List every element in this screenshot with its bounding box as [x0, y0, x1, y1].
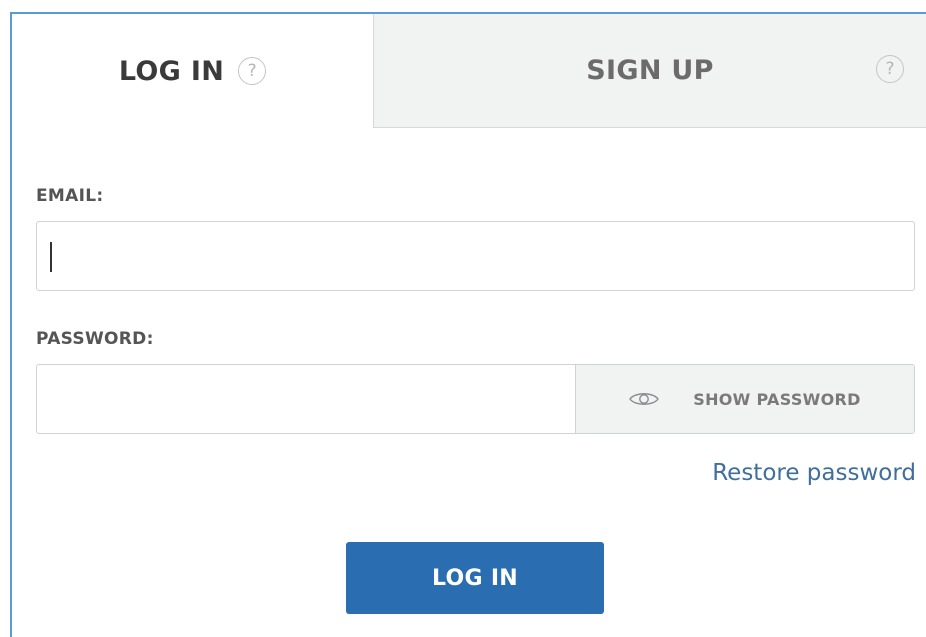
password-label: PASSWORD:: [36, 329, 154, 349]
eye-icon: [629, 393, 660, 405]
text-caret: [50, 242, 52, 272]
email-label: EMAIL:: [36, 186, 104, 206]
show-password-button[interactable]: SHOW PASSWORD: [575, 365, 914, 433]
tab-login-label: LOG IN: [118, 55, 225, 87]
password-field-wrapper: SHOW PASSWORD: [36, 364, 915, 434]
restore-password-link[interactable]: Restore password: [712, 460, 916, 486]
email-input[interactable]: [37, 222, 914, 290]
tab-signup-label: SIGN UP: [586, 55, 714, 86]
login-panel: LOG IN ? SIGN UP ? EMAIL: PASSWORD: SHOW…: [10, 12, 926, 637]
show-password-label: SHOW PASSWORD: [693, 389, 861, 409]
email-field-wrapper: [36, 221, 915, 291]
login-submit-button[interactable]: LOG IN: [346, 542, 604, 614]
tab-login[interactable]: LOG IN ?: [12, 14, 373, 128]
password-input[interactable]: [37, 365, 575, 433]
tab-signup[interactable]: SIGN UP ?: [373, 14, 926, 128]
signup-help-icon[interactable]: ?: [876, 55, 904, 83]
login-help-icon[interactable]: ?: [238, 57, 267, 85]
